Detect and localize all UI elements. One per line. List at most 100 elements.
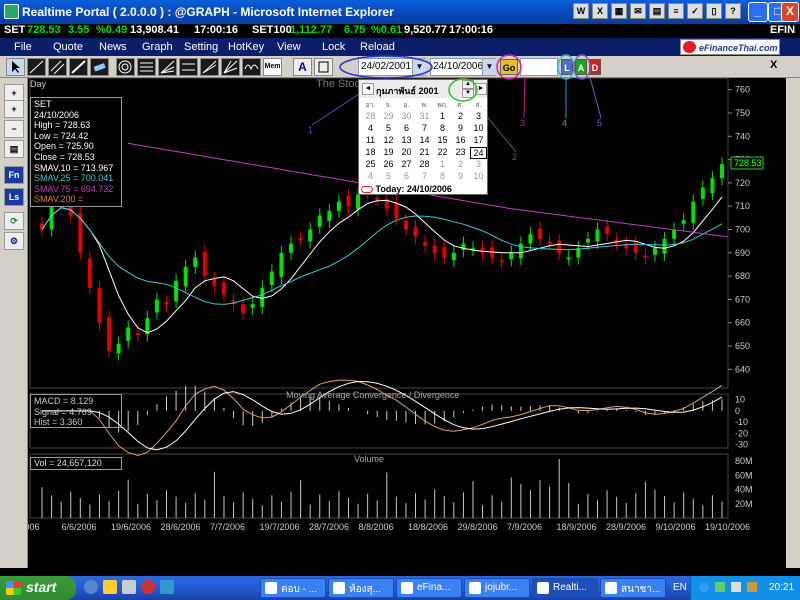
menu-hotkey[interactable]: HotKey: [228, 41, 264, 53]
trendline-tool-icon[interactable]: [27, 58, 46, 76]
calendar-day[interactable]: 28: [416, 159, 433, 169]
clock[interactable]: 20:21: [769, 582, 794, 593]
calendar-day[interactable]: 9: [452, 123, 469, 133]
calendar-day[interactable]: 14: [416, 135, 433, 145]
menu-lock[interactable]: Lock: [322, 41, 345, 53]
menu-file[interactable]: File: [14, 41, 32, 53]
close-window-button[interactable]: X: [781, 2, 799, 22]
calendar-day[interactable]: 10: [470, 171, 487, 181]
year-up-icon[interactable]: ▲: [462, 80, 474, 89]
eraser-tool-icon[interactable]: [90, 58, 109, 76]
speed-line-tool-icon[interactable]: [200, 58, 219, 76]
ls-button[interactable]: Ls: [4, 188, 24, 206]
calendar-day[interactable]: 1: [434, 111, 451, 121]
quicklaunch-ie-icon[interactable]: [84, 580, 98, 594]
calendar-day[interactable]: 4: [362, 171, 379, 181]
refresh-icon[interactable]: ⟳: [4, 212, 24, 230]
settings-icon[interactable]: ⚙: [4, 232, 24, 250]
quicklaunch-explorer-icon[interactable]: [103, 580, 117, 594]
calendar-day[interactable]: 24: [470, 147, 487, 159]
calendar-day[interactable]: 2: [452, 159, 469, 169]
word-icon[interactable]: W: [573, 3, 589, 19]
task-button[interactable]: สนาชา...: [600, 578, 666, 598]
help-icon[interactable]: ?: [725, 3, 741, 19]
gann-tool-icon[interactable]: [221, 58, 240, 76]
next-month-icon[interactable]: ►: [475, 83, 487, 95]
calendar-day[interactable]: 29: [380, 111, 397, 121]
calendar-day[interactable]: 1: [434, 159, 451, 169]
calendar-day[interactable]: 19: [380, 147, 397, 157]
fibonacci-arc-tool-icon[interactable]: [116, 58, 135, 76]
date-from-dropdown-icon[interactable]: ▼: [412, 59, 426, 75]
battery-icon[interactable]: [747, 582, 757, 592]
fn-button[interactable]: Fn: [4, 166, 24, 184]
date-picker-popup[interactable]: ◄ กุมภาพันธ์ 2001 ▲ ▼ ► อา. จ. อ. พ. พฤ. ศ. ส.…: [358, 79, 488, 195]
start-button[interactable]: start: [0, 576, 76, 600]
layout-tool-icon[interactable]: [314, 58, 333, 76]
volume-icon[interactable]: [731, 582, 741, 592]
indicator-panel-icon[interactable]: ▤: [4, 140, 24, 158]
right-scroll-strip[interactable]: [786, 78, 800, 568]
mail-icon[interactable]: ✉: [630, 3, 646, 19]
date-to-dropdown-icon[interactable]: ▼: [482, 59, 496, 75]
prev-month-icon[interactable]: ◄: [362, 83, 374, 95]
language-indicator[interactable]: EN: [673, 582, 687, 593]
quicklaunch-media-icon[interactable]: [141, 580, 155, 594]
calendar-day[interactable]: 8: [434, 171, 451, 181]
calendar-day[interactable]: 15: [434, 135, 451, 145]
clipboard-icon[interactable]: ✓: [687, 3, 703, 19]
calendar-day[interactable]: 5: [380, 123, 397, 133]
zoom-out-icon[interactable]: −: [4, 120, 24, 138]
quicklaunch-app-icon[interactable]: [160, 580, 174, 594]
folder-icon[interactable]: ▤: [649, 3, 665, 19]
calendar-day[interactable]: 7: [416, 171, 433, 181]
calendar-day[interactable]: 3: [470, 159, 487, 169]
calendar-day[interactable]: 17: [470, 135, 487, 145]
task-button[interactable]: eFina...: [396, 578, 462, 598]
menu-quote[interactable]: Quote: [53, 41, 83, 53]
calendar-day[interactable]: 30: [398, 111, 415, 121]
notepad-icon[interactable]: ≡: [668, 3, 684, 19]
fibonacci-retracement-tool-icon[interactable]: [137, 58, 156, 76]
text-tool-icon[interactable]: A: [293, 58, 312, 76]
menu-reload[interactable]: Reload: [360, 41, 395, 53]
calendar-day[interactable]: 23: [452, 147, 469, 157]
calendar-day[interactable]: 6: [398, 171, 415, 181]
l-button[interactable]: L: [561, 59, 573, 75]
fan-tool-icon[interactable]: [158, 58, 177, 76]
document-icon[interactable]: ▯: [706, 3, 722, 19]
calendar-day[interactable]: 25: [362, 159, 379, 169]
pointer-tool-icon[interactable]: [6, 58, 25, 76]
calendar-day[interactable]: 9: [452, 171, 469, 181]
calendar-day[interactable]: 31: [416, 111, 433, 121]
parallel-line-tool-icon[interactable]: [48, 58, 67, 76]
menu-view[interactable]: View: [277, 41, 301, 53]
go-button[interactable]: Go: [500, 59, 518, 75]
calendar-day[interactable]: 22: [434, 147, 451, 157]
calculator-icon[interactable]: ▦: [611, 3, 627, 19]
minimize-button[interactable]: _: [748, 2, 768, 22]
calendar-day[interactable]: 5: [380, 171, 397, 181]
network-icon[interactable]: [715, 582, 725, 592]
excel-icon[interactable]: X: [592, 3, 608, 19]
calendar-day[interactable]: 27: [398, 159, 415, 169]
calendar-day[interactable]: 4: [362, 123, 379, 133]
cycle-tool-icon[interactable]: [242, 58, 261, 76]
symbol-input[interactable]: [520, 58, 558, 76]
d-button[interactable]: D: [589, 59, 601, 75]
calendar-day[interactable]: 21: [416, 147, 433, 157]
task-button[interactable]: ห้องสุ...: [328, 578, 394, 598]
bluetooth-icon[interactable]: [699, 582, 709, 592]
calendar-day[interactable]: 16: [452, 135, 469, 145]
menu-setting[interactable]: Setting: [184, 41, 218, 53]
calendar-today[interactable]: Today: 24/10/2006: [361, 184, 487, 196]
year-down-icon[interactable]: ▼: [462, 89, 474, 98]
zoom-in-icon[interactable]: +: [4, 100, 24, 118]
close-chart-button[interactable]: X: [770, 59, 777, 71]
a-button[interactable]: A: [575, 59, 587, 75]
calendar-day[interactable]: 28: [362, 111, 379, 121]
grid-tool-icon[interactable]: [179, 58, 198, 76]
calendar-day[interactable]: 26: [380, 159, 397, 169]
menu-news[interactable]: News: [99, 41, 127, 53]
task-button-active[interactable]: Realti...: [532, 578, 598, 598]
